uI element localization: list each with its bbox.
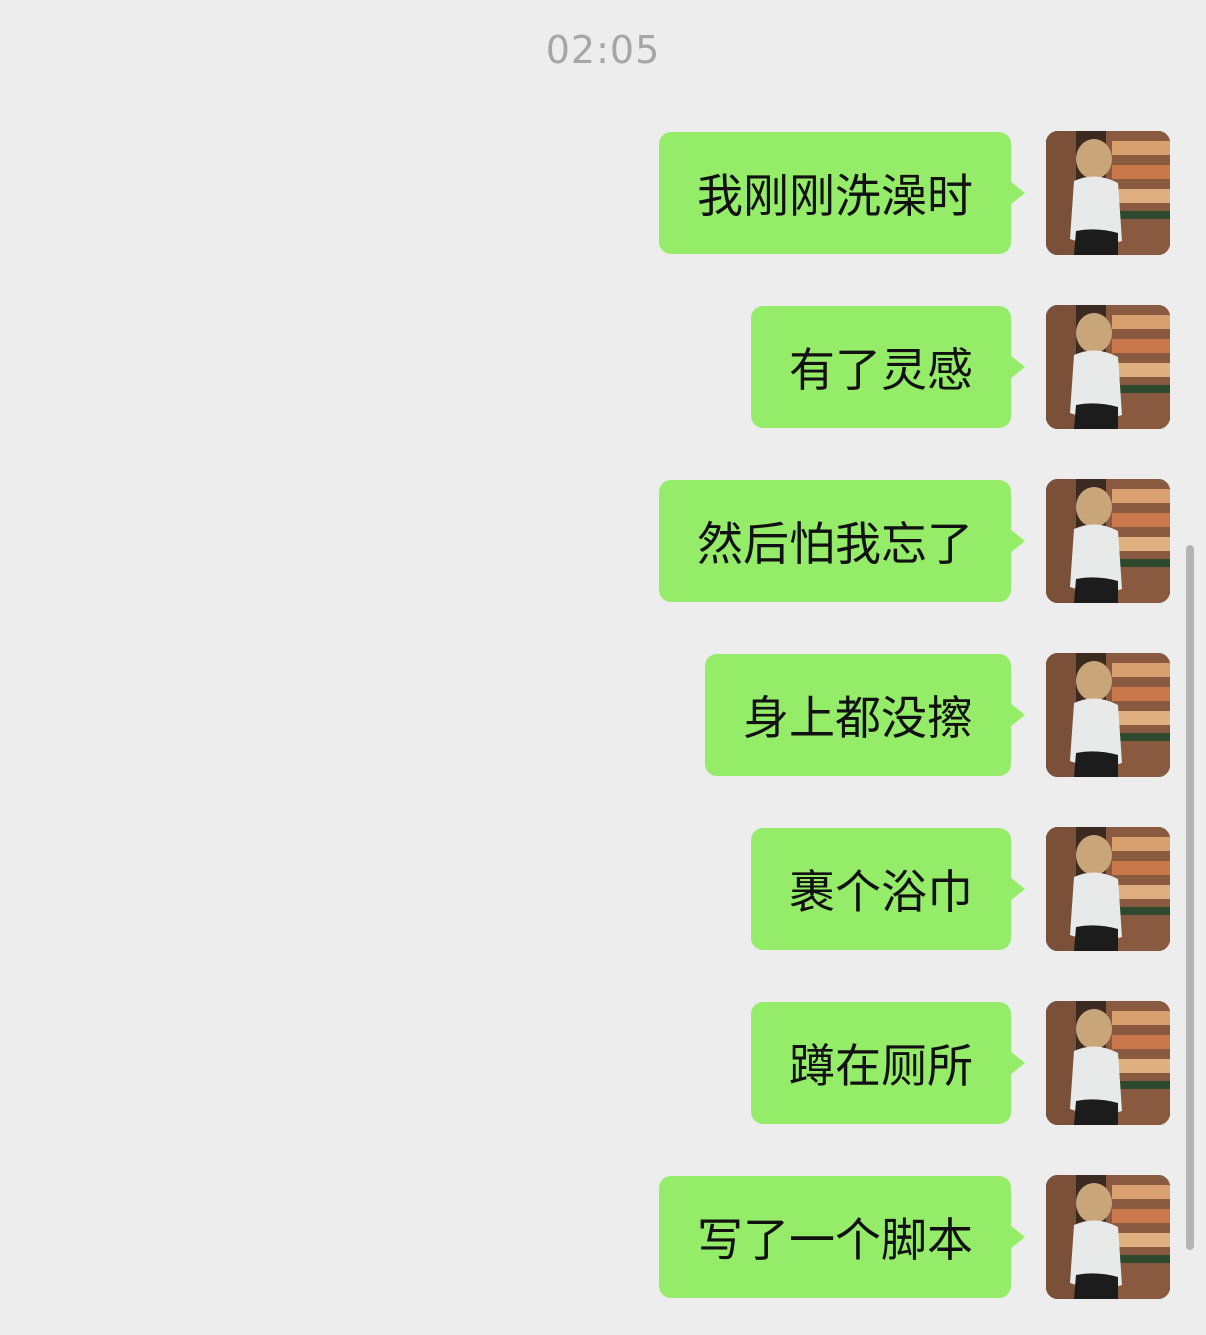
bubble-tail: [1010, 181, 1025, 205]
bubble-tail: [1010, 703, 1025, 727]
message-bubble[interactable]: 然后怕我忘了: [659, 480, 1011, 602]
bubble-tail: [1010, 355, 1025, 379]
message-bubble[interactable]: 蹲在厕所: [751, 1002, 1011, 1124]
message-row: 蹲在厕所: [70, 1001, 1170, 1125]
bubble-tail: [1010, 1225, 1025, 1249]
scrollbar[interactable]: [1186, 545, 1194, 1250]
bubble-tail: [1010, 529, 1025, 553]
user-avatar[interactable]: [1046, 305, 1170, 429]
message-row: 我刚刚洗澡时: [70, 131, 1170, 255]
message-bubble[interactable]: 身上都没擦: [705, 654, 1011, 776]
bubble-tail: [1010, 877, 1025, 901]
message-bubble[interactable]: 写了一个脚本: [659, 1176, 1011, 1298]
message-row: 裹个浴巾: [70, 827, 1170, 951]
bubble-tail: [1010, 1051, 1025, 1075]
message-bubble[interactable]: 有了灵感: [751, 306, 1011, 428]
user-avatar[interactable]: [1046, 1175, 1170, 1299]
message-bubble[interactable]: 裹个浴巾: [751, 828, 1011, 950]
chat-timestamp: 02:05: [545, 28, 661, 72]
message-row: 身上都没擦: [70, 653, 1170, 777]
user-avatar[interactable]: [1046, 827, 1170, 951]
message-row: 然后怕我忘了: [70, 479, 1170, 603]
user-avatar[interactable]: [1046, 653, 1170, 777]
user-avatar[interactable]: [1046, 1001, 1170, 1125]
message-row: 有了灵感: [70, 305, 1170, 429]
user-avatar[interactable]: [1046, 131, 1170, 255]
message-bubble[interactable]: 我刚刚洗澡时: [659, 132, 1011, 254]
user-avatar[interactable]: [1046, 479, 1170, 603]
message-row: 写了一个脚本: [70, 1175, 1170, 1299]
